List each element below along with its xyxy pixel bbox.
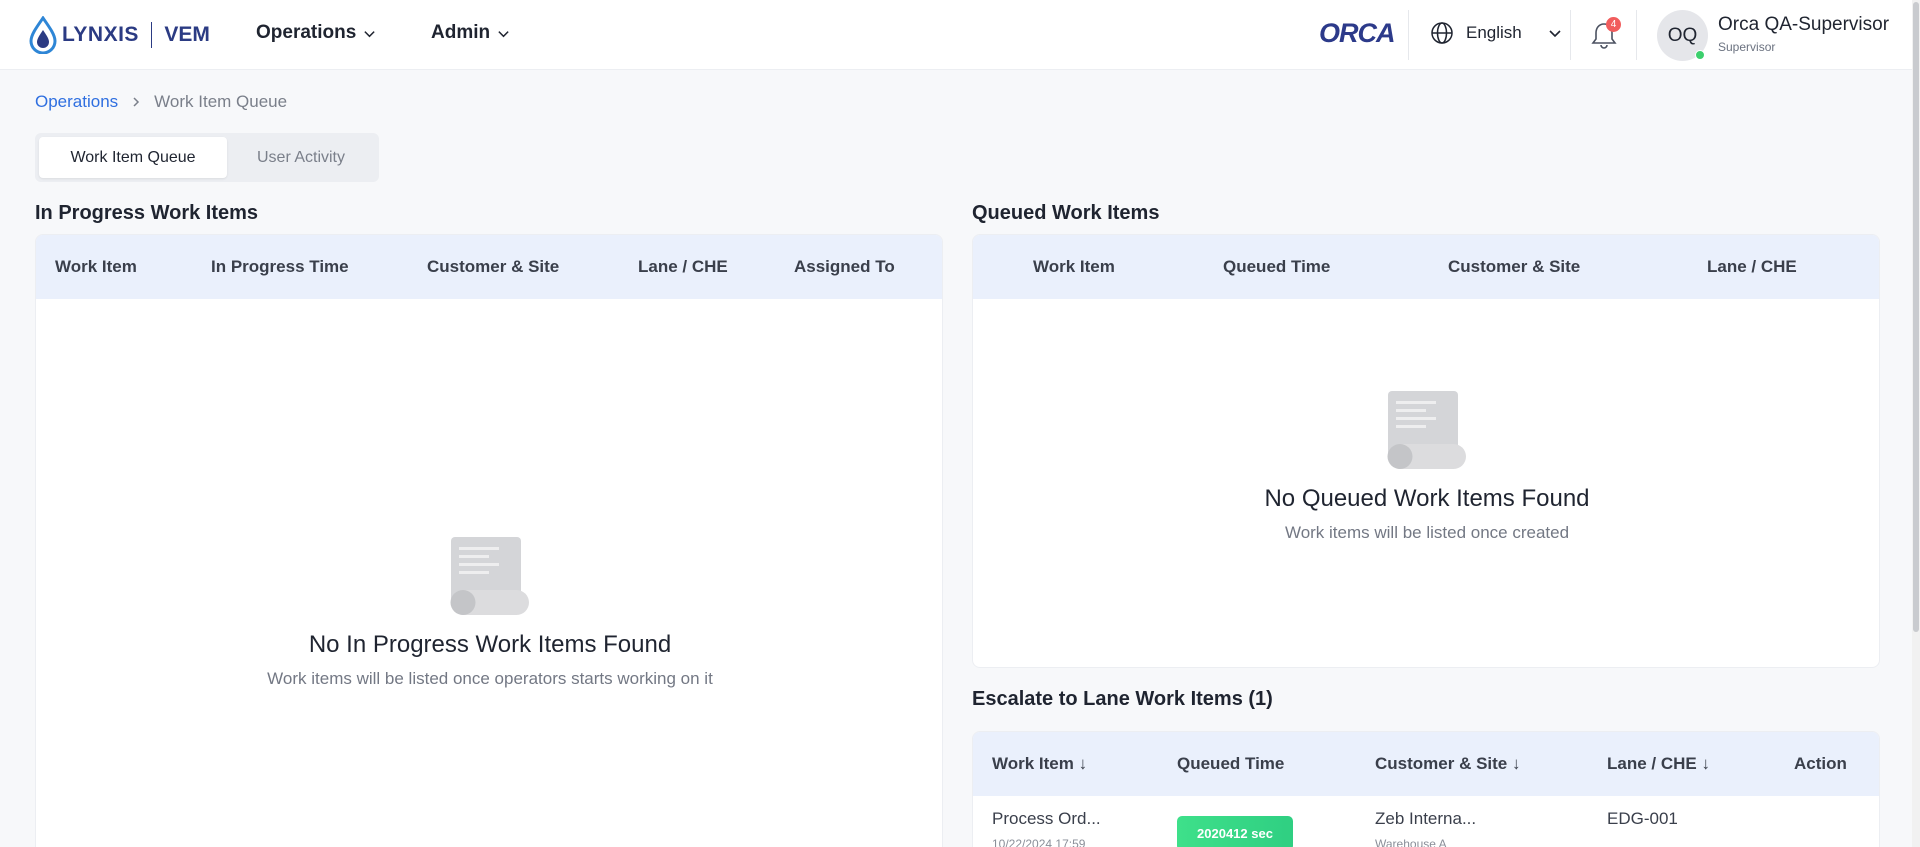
online-status-indicator [1695,50,1705,60]
empty-state-subtitle: Work items will be listed once created [1284,523,1570,542]
chevron-right-icon [133,97,140,107]
escalate-title: Escalate to Lane Work Items (1) [972,688,1273,710]
row-work-item[interactable]: Process Ord... [992,809,1101,829]
column-header-work-item[interactable]: Work Item [55,257,137,277]
escalate-table: Work Item ↓ Queued Time Customer & Site … [972,731,1880,847]
column-header-lane-che[interactable]: Lane / CHE [1707,257,1797,277]
column-header-work-item[interactable]: Work Item [1033,257,1115,277]
empty-state-title: No Queued Work Items Found [1264,485,1590,512]
empty-state-title: No In Progress Work Items Found [308,631,672,658]
queued-table: Work Item Queued Time Customer & Site La… [972,234,1880,668]
notification-count-badge: 4 [1606,17,1621,32]
row-work-item-date: 10/22/2024 17:59 [992,837,1086,847]
table-header: Work Item In Progress Time Customer & Si… [36,235,942,299]
column-header-customer-site-sortable[interactable]: Customer & Site ↓ [1375,754,1520,774]
header-divider [1636,10,1637,60]
header-divider [1570,10,1571,60]
queued-time-badge: 2020412 sec [1177,816,1293,847]
breadcrumb-operations-link[interactable]: Operations [35,92,118,112]
chevron-down-icon [1549,30,1561,38]
column-header-queued-time[interactable]: Queued Time [1223,257,1330,277]
nav-operations-label: Operations [256,22,357,43]
column-header-assigned-to[interactable]: Assigned To [794,257,895,277]
breadcrumb: Operations Work Item Queue [35,92,287,112]
table-header: Work Item ↓ Queued Time Customer & Site … [973,732,1879,796]
row-lane: EDG-001 [1607,809,1678,828]
chevron-down-icon [498,30,509,37]
language-selector[interactable]: English [1430,21,1562,45]
chevron-down-icon [364,30,375,37]
column-header-customer-site[interactable]: Customer & Site [1448,257,1580,277]
logo-sub-text: VEM [164,23,210,46]
nav-operations[interactable]: Operations [256,22,376,44]
in-progress-title: In Progress Work Items [35,202,259,224]
nav-admin-label: Admin [431,22,491,43]
breadcrumb-current: Work Item Queue [154,92,288,111]
column-header-in-progress-time[interactable]: In Progress Time [211,257,349,277]
user-name[interactable]: Orca QA-Supervisor [1718,14,1889,36]
globe-icon [1431,22,1453,44]
droplet-logo-icon [29,16,57,54]
column-header-action: Action [1794,754,1847,773]
header-divider [1408,10,1409,60]
row-customer: Zeb Interna... [1375,809,1477,828]
view-tabs: Work Item Queue User Activity [35,133,379,182]
lynxis-logo[interactable]: LYNXIS VEM [28,16,210,54]
queued-title: Queued Work Items [972,202,1160,224]
user-role: Supervisor [1718,40,1776,54]
logo-text: LYNXIS [62,23,139,46]
in-progress-empty-state: No In Progress Work Items Found Work ite… [36,535,942,689]
column-header-queued-time[interactable]: Queued Time [1177,754,1284,774]
in-progress-table: Work Item In Progress Time Customer & Si… [35,234,943,847]
row-site: Warehouse A [1375,837,1447,847]
empty-document-icon [450,537,529,615]
column-header-customer-site[interactable]: Customer & Site [427,257,559,277]
table-header: Work Item Queued Time Customer & Site La… [973,235,1879,299]
language-label: English [1466,23,1522,42]
empty-document-icon [1387,391,1466,469]
top-header: LYNXIS VEM Operations Admin ORCA English… [0,0,1920,70]
empty-state-subtitle: Work items will be listed once operators… [267,669,713,688]
column-header-lane-che-sortable[interactable]: Lane / CHE ↓ [1607,754,1710,774]
logo-divider [150,22,153,48]
tab-user-activity[interactable]: User Activity [227,137,375,178]
queued-empty-state: No Queued Work Items Found Work items wi… [973,389,1879,543]
column-header-lane-che[interactable]: Lane / CHE [638,257,728,277]
nav-admin[interactable]: Admin [431,22,510,44]
page-scrollbar-thumb[interactable] [1913,2,1919,632]
orca-logo: ORCA [1319,18,1395,48]
column-header-work-item-sortable[interactable]: Work Item ↓ [992,754,1087,774]
tab-work-item-queue[interactable]: Work Item Queue [39,137,227,178]
